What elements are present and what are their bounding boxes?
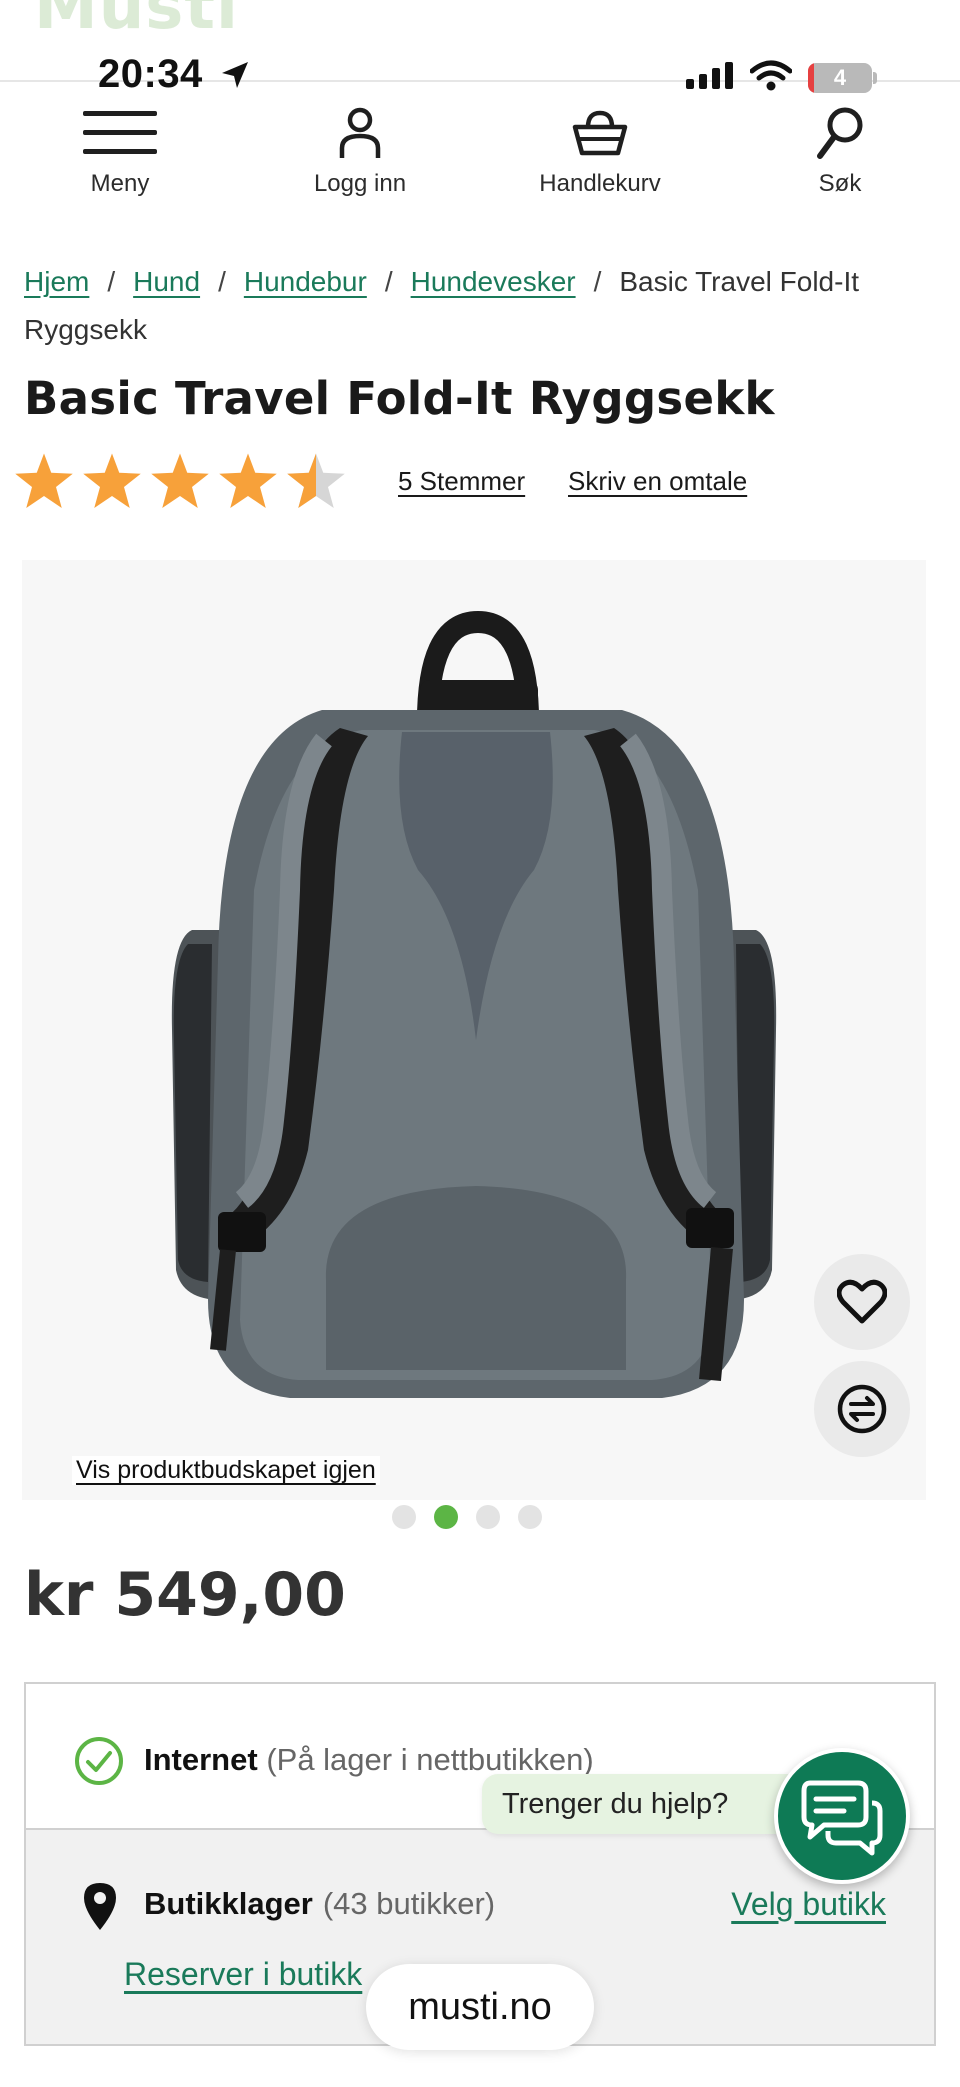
write-review-link[interactable]: Skriv en omtale [568,466,747,497]
breadcrumb-separator: / [384,266,393,297]
product-rating: 5 Stemmer Skriv en omtale [14,452,747,510]
help-bubble[interactable]: Trenger du hjelp? [482,1774,802,1834]
breadcrumb-dog-crates[interactable]: Hundebur [244,266,367,297]
star-icon-full [151,453,209,508]
online-stock-note: (På lager i nettbutikken) [266,1742,594,1777]
user-icon [339,107,381,158]
cellular-signal-icon [686,62,733,89]
wifi-icon [750,60,792,91]
compare-button[interactable] [814,1361,910,1457]
choose-store-link[interactable]: Velg butikk [731,1886,886,1923]
product-title: Basic Travel Fold-It Ryggsekk [24,372,775,425]
status-time: 20:34 [98,52,203,96]
star-rating [14,452,346,510]
compare-icon [837,1384,887,1434]
search-icon [817,107,863,159]
nav-search-label: Søk [818,170,862,197]
gallery-pagination [392,1505,542,1529]
breadcrumb-separator: / [593,266,602,297]
store-stock-text: Butikklager (43 butikker) [144,1886,495,1922]
gallery-dot[interactable] [518,1505,542,1529]
gallery-dot[interactable] [476,1505,500,1529]
star-icon-full [219,453,277,508]
battery-icon: 4 [808,63,872,93]
online-stock-label: Internet [144,1742,258,1777]
breadcrumb-home[interactable]: Hjem [24,266,89,297]
heart-icon [837,1279,887,1324]
battery-tip [873,72,877,84]
breadcrumb-dog[interactable]: Hund [133,266,200,297]
star-icon-half [287,453,345,508]
online-stock-text: Internet (På lager i nettbutikken) [144,1742,594,1778]
background-logo: Musti [34,0,239,44]
check-circle-icon [75,1737,123,1785]
nav-cart-label: Handlekurv [539,170,661,197]
status-bar: Musti 20:34 4 [0,0,960,96]
show-product-message-link[interactable]: Vis produktbudskapet igjen [72,1456,380,1485]
nav-login[interactable]: Logg inn [260,100,460,198]
star-icon-full [15,453,73,508]
favorite-button[interactable] [814,1254,910,1350]
star-icon-full [83,453,141,508]
nav-search[interactable]: Søk [740,100,940,198]
top-nav: Meny Logg inn Handlekurv Søk [0,100,960,210]
breadcrumb-separator: / [107,266,116,297]
breadcrumb-dog-bags[interactable]: Hundevesker [411,266,576,297]
nav-menu-label: Meny [90,170,150,197]
votes-link[interactable]: 5 Stemmer [398,466,525,497]
browser-url-bar[interactable]: musti.no [366,1964,594,2050]
gallery-dot[interactable] [392,1505,416,1529]
gallery-dot-active[interactable] [434,1505,458,1529]
store-count: (43 butikker) [322,1886,496,1921]
product-image[interactable] [22,560,926,1500]
reserve-in-store-link[interactable]: Reserver i butikk [124,1956,362,1993]
nav-menu[interactable]: Meny [20,100,220,198]
location-pin-icon [84,1883,116,1930]
breadcrumb: Hjem / Hund / Hundebur / Hundevesker / Basic Tra… [24,258,944,354]
store-stock-label: Butikklager [144,1886,313,1921]
product-price: kr 549,00 [24,1560,346,1630]
breadcrumb-separator: / [218,266,226,297]
backpack-image [171,610,777,1398]
basket-icon [572,110,628,156]
hamburger-menu-icon [83,111,157,154]
nav-login-label: Logg inn [313,170,407,197]
chat-button[interactable] [774,1748,910,1884]
location-arrow-icon [222,62,248,88]
chat-icon [801,1780,883,1856]
nav-cart[interactable]: Handlekurv [500,100,700,198]
